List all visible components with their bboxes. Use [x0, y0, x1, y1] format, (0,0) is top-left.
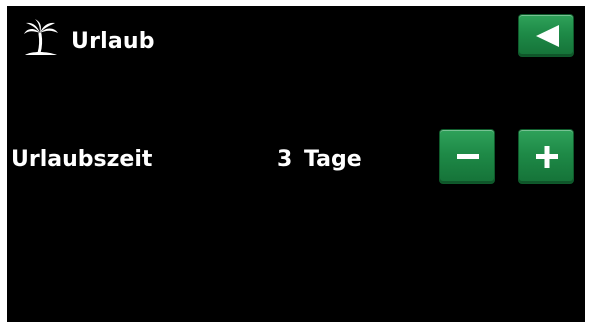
setting-row-urlaubszeit: Urlaubszeit 3 Tage — [7, 126, 585, 192]
display-screen: Urlaub Urlaubszeit 3 Tage — [7, 6, 585, 322]
minus-icon — [457, 154, 479, 159]
increment-button[interactable] — [518, 129, 574, 184]
page-title: Urlaub — [71, 29, 155, 54]
back-button[interactable] — [518, 14, 574, 57]
header: Urlaub — [7, 6, 585, 76]
plus-icon — [536, 146, 558, 168]
back-arrow-icon — [536, 25, 559, 47]
palm-tree-icon — [24, 19, 58, 55]
decrement-button[interactable] — [439, 129, 495, 184]
setting-label: Urlaubszeit — [11, 147, 153, 172]
setting-value: 3 Tage — [277, 147, 362, 172]
